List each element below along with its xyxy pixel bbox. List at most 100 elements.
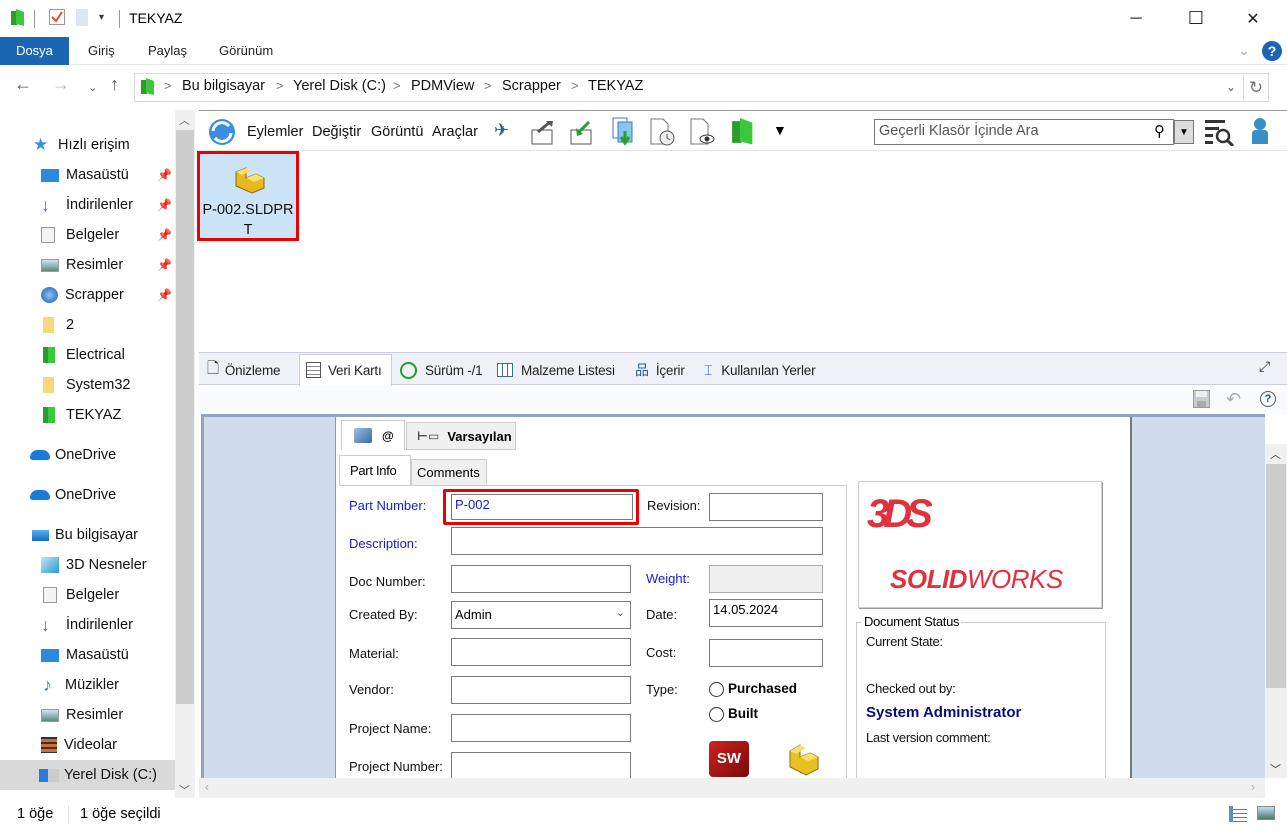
ribbon-tab-giris[interactable]: Giriş xyxy=(72,37,131,65)
refresh-vault-icon[interactable] xyxy=(207,117,237,150)
cost-input[interactable] xyxy=(709,639,823,667)
doc-number-input[interactable] xyxy=(451,565,631,593)
sidebar-item-yerel-disk[interactable]: Yerel Disk (C:) xyxy=(0,760,175,790)
toolbar-overflow-icon[interactable]: ▼ xyxy=(773,122,787,138)
sidebar-scrollbar-thumb[interactable] xyxy=(176,130,194,704)
sidebar-item-quick-access[interactable]: ★ Hızlı erişim xyxy=(0,130,175,160)
menu-araclar[interactable]: Araçlar xyxy=(432,124,478,140)
revision-input[interactable] xyxy=(709,493,823,521)
tab-kullanilan-yerler[interactable]: ⌶ Kullanılan Yerler xyxy=(704,355,816,385)
card-scrollbar-thumb[interactable] xyxy=(1266,464,1286,688)
pin-icon[interactable]: 📌 xyxy=(157,228,172,242)
search-input[interactable]: Geçerli Klasör İçinde Ara xyxy=(874,119,1174,145)
sidebar-item-indirilenler-pc[interactable]: ↓ İndirilenler xyxy=(0,610,175,640)
sidebar-item-onedrive-2[interactable]: OneDrive xyxy=(0,480,175,510)
sidebar-item-muzikler[interactable]: ♪ Müzikler xyxy=(0,670,175,700)
expand-ribbon-icon[interactable]: ⌄ xyxy=(1238,42,1250,59)
part-number-input[interactable]: P-002 xyxy=(451,494,633,520)
scroll-right-icon[interactable]: › xyxy=(1251,780,1255,794)
close-button[interactable]: ✕ xyxy=(1230,0,1276,37)
check-in-icon[interactable] xyxy=(569,118,597,149)
search-options-dropdown[interactable]: ▼ xyxy=(1174,120,1194,144)
check-out-icon[interactable] xyxy=(530,118,558,149)
up-button[interactable]: ↑ xyxy=(110,74,119,95)
type-purchased-radio[interactable]: Purchased xyxy=(709,681,797,697)
breadcrumb-bu-bilgisayar[interactable]: Bu bilgisayar xyxy=(182,78,265,94)
tab-icerir[interactable]: 品 İçerir xyxy=(635,355,685,385)
scroll-up-icon[interactable]: ︿ xyxy=(1270,446,1281,462)
recent-locations-button[interactable]: ⌄ xyxy=(88,81,97,94)
sidebar-item-tekyaz[interactable]: TEKYAZ xyxy=(0,400,175,430)
address-dropdown-icon[interactable]: ⌄ xyxy=(1226,80,1236,94)
sidebar-item-bu-bilgisayar[interactable]: Bu bilgisayar xyxy=(0,520,175,550)
refresh-button[interactable]: ↻ xyxy=(1244,73,1269,102)
tab-surum[interactable]: Sürüm -/1 xyxy=(400,355,483,385)
get-latest-version-icon[interactable] xyxy=(612,117,636,150)
search-icon[interactable]: ⚲ xyxy=(1154,122,1165,140)
back-button[interactable]: ← xyxy=(14,74,32,95)
preview-icon[interactable] xyxy=(690,118,716,149)
tab-veri-karti[interactable]: Veri Kartı xyxy=(306,355,382,385)
tab-onizleme[interactable]: 🗋 Önizleme xyxy=(207,355,280,385)
pin-icon[interactable]: 📌 xyxy=(157,168,172,182)
sidebar-item-3d-nesneler[interactable]: 3D Nesneler xyxy=(0,550,175,580)
scroll-left-icon[interactable]: ‹ xyxy=(205,780,209,794)
help-icon[interactable]: ? xyxy=(1260,391,1276,407)
details-view-button[interactable] xyxy=(1229,806,1247,822)
card-horizontal-scrollbar[interactable] xyxy=(199,778,1265,798)
ribbon-tab-gorunum[interactable]: Görünüm xyxy=(203,37,289,65)
breadcrumb-yerel-disk[interactable]: Yerel Disk (C:) xyxy=(293,78,386,94)
maximize-pane-icon[interactable]: ⤢ xyxy=(1259,358,1270,375)
forward-button[interactable]: → xyxy=(52,74,70,95)
sidebar-item-onedrive-1[interactable]: OneDrive xyxy=(0,440,175,470)
sidebar-item-2[interactable]: 2 xyxy=(0,310,175,340)
undo-icon[interactable]: ↶ xyxy=(1226,389,1241,410)
menu-degistir[interactable]: Değiştir xyxy=(312,124,361,140)
sidebar-item-videolar[interactable]: Videolar xyxy=(0,730,175,760)
pin-icon[interactable]: 📌 xyxy=(157,258,172,272)
material-input[interactable] xyxy=(451,638,631,666)
get-version-icon[interactable] xyxy=(650,118,676,149)
project-name-input[interactable] xyxy=(451,714,631,742)
pdm-folder-icon[interactable] xyxy=(732,118,754,149)
large-icons-view-button[interactable] xyxy=(1257,806,1275,820)
customize-quick-access-icon[interactable]: ▾ xyxy=(99,12,104,23)
menu-eylemler[interactable]: Eylemler xyxy=(247,124,303,140)
breadcrumb-scrapper[interactable]: Scrapper xyxy=(502,78,561,94)
new-folder-icon[interactable] xyxy=(76,9,88,29)
sidebar-item-system32[interactable]: System32 xyxy=(0,370,175,400)
scroll-down-icon[interactable]: ﹀ xyxy=(1270,761,1281,777)
breadcrumb-tekyaz[interactable]: TEKYAZ xyxy=(588,78,643,94)
maximize-button[interactable]: ☐ xyxy=(1173,0,1219,37)
menu-goruntu[interactable]: Görüntü xyxy=(371,124,423,140)
pin-icon[interactable]: 📌 xyxy=(157,198,172,212)
sidebar-item-resimler[interactable]: Resimler 📌 xyxy=(0,250,175,280)
breadcrumb-pdmview[interactable]: PDMView xyxy=(411,78,474,94)
description-input[interactable] xyxy=(451,527,823,555)
vendor-input[interactable] xyxy=(451,676,631,704)
sidebar-item-masaustu[interactable]: Masaüstü 📌 xyxy=(0,160,175,190)
minimize-button[interactable]: ─ xyxy=(1113,0,1159,37)
user-icon[interactable] xyxy=(1250,116,1270,149)
sidebar-item-resimler-pc[interactable]: Resimler xyxy=(0,700,175,730)
help-icon[interactable]: ? xyxy=(1262,41,1282,61)
sidebar-item-belgeler[interactable]: Belgeler 📌 xyxy=(0,220,175,250)
tab-comments[interactable]: Comments xyxy=(411,459,487,486)
config-tab-varsayilan[interactable]: ⊢▭ Varsayılan xyxy=(406,422,516,450)
date-input[interactable]: 14.05.2024 xyxy=(709,599,823,627)
save-icon[interactable] xyxy=(1193,390,1210,411)
pin-icon[interactable]: ✈ xyxy=(494,120,509,141)
tab-part-info[interactable]: Part Info xyxy=(339,455,411,486)
pin-icon[interactable]: 📌 xyxy=(157,288,172,302)
sidebar-item-belgeler-pc[interactable]: Belgeler xyxy=(0,580,175,610)
sidebar-item-scrapper[interactable]: Scrapper 📌 xyxy=(0,280,175,310)
type-built-radio[interactable]: Built xyxy=(709,706,758,722)
created-by-select[interactable]: Admin ⌄ xyxy=(451,601,631,629)
sidebar-item-indirilenler[interactable]: ↓ İndirilenler 📌 xyxy=(0,190,175,220)
config-tab-at[interactable]: @ xyxy=(341,420,405,450)
ribbon-tab-dosya[interactable]: Dosya xyxy=(0,37,69,65)
scroll-up-icon[interactable]: ︿ xyxy=(179,112,190,128)
tab-malzeme-listesi[interactable]: Malzeme Listesi xyxy=(497,355,615,385)
sidebar-item-masaustu-pc[interactable]: Masaüstü xyxy=(0,640,175,670)
project-number-input[interactable] xyxy=(451,752,631,780)
